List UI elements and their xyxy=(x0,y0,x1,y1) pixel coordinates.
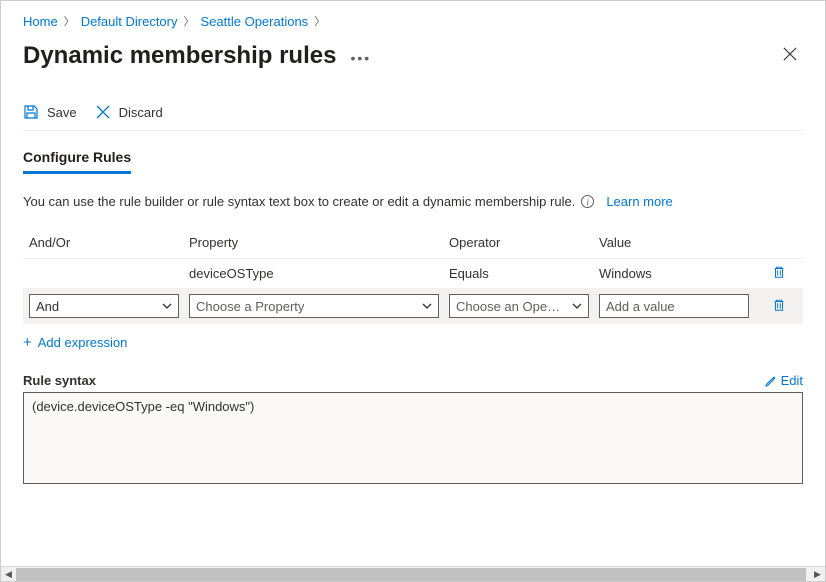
property-select[interactable]: Choose a Property xyxy=(189,294,439,318)
value-placeholder: Add a value xyxy=(606,299,675,314)
breadcrumb-home[interactable]: Home xyxy=(23,14,58,29)
scroll-left-arrow-icon[interactable]: ◀ xyxy=(1,567,16,582)
add-expression-label: Add expression xyxy=(38,335,128,350)
delete-row-button[interactable] xyxy=(772,298,786,315)
chevron-right-icon: 〉 xyxy=(64,13,75,29)
property-placeholder: Choose a Property xyxy=(196,299,304,314)
close-button[interactable] xyxy=(777,41,803,70)
section-tabs: Configure Rules xyxy=(23,149,803,174)
edit-label: Edit xyxy=(781,373,803,388)
chevron-down-icon xyxy=(422,299,432,314)
scroll-right-arrow-icon[interactable]: ▶ xyxy=(810,567,825,582)
rule-syntax-label: Rule syntax xyxy=(23,373,96,388)
toolbar: Save Discard xyxy=(23,94,803,131)
delete-row-button[interactable] xyxy=(772,265,786,282)
breadcrumb-group[interactable]: Seattle Operations xyxy=(201,14,309,29)
plus-icon: + xyxy=(23,334,32,351)
rule-syntax-header: Rule syntax Edit xyxy=(23,373,803,388)
cell-operator: Equals xyxy=(449,266,599,281)
close-icon xyxy=(783,47,797,61)
edit-rule-syntax-button[interactable]: Edit xyxy=(765,373,803,388)
table-row-editing: And Choose a Property Choose an Ope… Add xyxy=(23,288,803,324)
discard-button[interactable]: Discard xyxy=(95,104,163,120)
rule-syntax-textarea[interactable]: (device.deviceOSType -eq "Windows") xyxy=(23,392,803,484)
chevron-down-icon xyxy=(572,299,582,314)
trash-icon xyxy=(772,298,786,312)
andor-selected-value: And xyxy=(36,299,59,314)
pencil-icon xyxy=(765,375,777,387)
chevron-right-icon: 〉 xyxy=(314,13,325,29)
operator-placeholder: Choose an Ope… xyxy=(456,299,560,314)
table-header: And/Or Property Operator Value xyxy=(23,227,803,259)
chevron-right-icon: 〉 xyxy=(184,13,195,29)
rules-table: And/Or Property Operator Value deviceOST… xyxy=(23,227,803,324)
helper-text: You can use the rule builder or rule syn… xyxy=(23,194,575,209)
discard-label: Discard xyxy=(119,105,163,120)
save-icon xyxy=(23,104,39,120)
learn-more-link[interactable]: Learn more xyxy=(606,194,672,209)
operator-select[interactable]: Choose an Ope… xyxy=(449,294,589,318)
value-input[interactable]: Add a value xyxy=(599,294,749,318)
save-button[interactable]: Save xyxy=(23,104,77,120)
trash-icon xyxy=(772,265,786,279)
breadcrumb-directory[interactable]: Default Directory xyxy=(81,14,178,29)
page-title: Dynamic membership rules xyxy=(23,42,336,70)
save-label: Save xyxy=(47,105,77,120)
close-icon xyxy=(95,104,111,120)
col-andor: And/Or xyxy=(29,235,189,250)
andor-select[interactable]: And xyxy=(29,294,179,318)
more-button[interactable]: ••• xyxy=(350,46,371,66)
helper-text-row: You can use the rule builder or rule syn… xyxy=(23,194,803,209)
breadcrumb: Home 〉 Default Directory 〉 Seattle Opera… xyxy=(23,11,803,37)
table-row: deviceOSType Equals Windows xyxy=(23,259,803,288)
col-operator: Operator xyxy=(449,235,599,250)
horizontal-scrollbar[interactable]: ◀ ▶ xyxy=(1,566,825,581)
col-value: Value xyxy=(599,235,759,250)
cell-value: Windows xyxy=(599,266,759,281)
col-property: Property xyxy=(189,235,449,250)
title-row: Dynamic membership rules ••• xyxy=(23,37,803,94)
info-icon[interactable]: i xyxy=(581,195,594,208)
chevron-down-icon xyxy=(162,299,172,314)
cell-property: deviceOSType xyxy=(189,266,449,281)
tab-configure-rules[interactable]: Configure Rules xyxy=(23,149,131,174)
add-expression-button[interactable]: + Add expression xyxy=(23,334,803,351)
